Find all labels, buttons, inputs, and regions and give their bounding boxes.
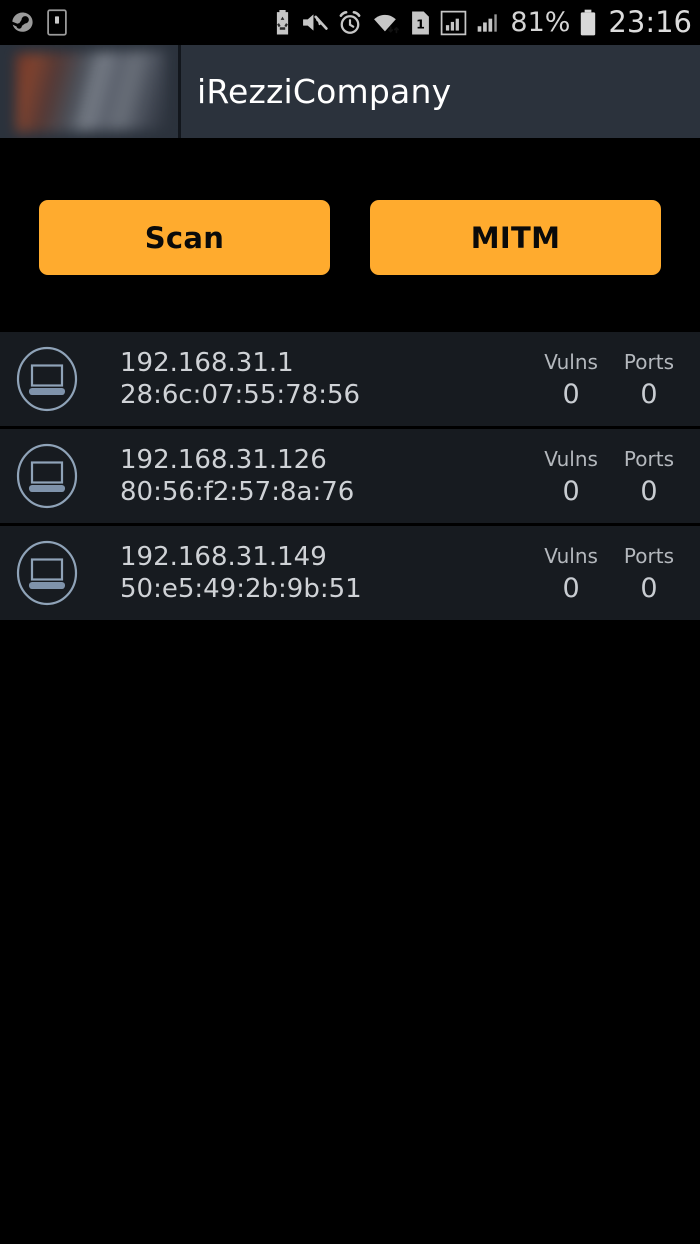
sim-card-icon — [47, 9, 67, 36]
battery-percent-label: 81% — [510, 7, 571, 38]
battery-saver-icon — [273, 9, 292, 36]
vulns-value: 0 — [562, 572, 580, 604]
app-header: iRezziCompany — [0, 45, 700, 138]
action-bar: Scan MITM — [0, 138, 700, 332]
vulns-stat: Vulns 0 — [544, 448, 598, 505]
ports-label: Ports — [623, 543, 674, 568]
ports-stat: Ports 0 — [624, 351, 674, 408]
vulns-value: 0 — [562, 475, 580, 507]
table-row[interactable]: 192.168.31.1 28:6c:07:55:78:56 Vulns 0 P… — [0, 332, 700, 429]
signal-icon — [476, 10, 501, 36]
table-row[interactable]: 192.168.31.126 80:56:f2:57:8a:76 Vulns 0… — [0, 429, 700, 526]
ports-label: Ports — [623, 446, 674, 471]
device-mac: 80:56:f2:57:8a:76 — [120, 477, 355, 507]
ports-stat: Ports 0 — [624, 448, 674, 505]
device-ip: 192.168.31.126 — [120, 444, 327, 475]
ports-label: Ports — [623, 349, 674, 374]
signal-boxed-icon — [440, 10, 467, 36]
scan-button[interactable]: Scan — [39, 200, 330, 275]
laptop-icon — [14, 346, 80, 412]
status-bar-left-icons — [10, 9, 67, 36]
ports-stat: Ports 0 — [624, 545, 674, 602]
ports-value: 0 — [640, 475, 658, 507]
steam-icon — [10, 10, 35, 35]
laptop-icon — [14, 443, 80, 509]
device-info: 192.168.31.1 28:6c:07:55:78:56 — [120, 347, 544, 411]
svg-text:1: 1 — [417, 16, 426, 31]
vulns-stat: Vulns 0 — [544, 351, 598, 408]
status-bar-right-icons: 1 81% 23:16 — [273, 8, 692, 37]
ports-value: 0 — [640, 572, 658, 604]
company-logo-image — [16, 50, 166, 133]
ports-value: 0 — [640, 378, 658, 410]
app-logo[interactable] — [0, 45, 178, 138]
status-bar: 1 81% 23:16 — [0, 0, 700, 45]
vulns-label: Vulns — [544, 446, 598, 471]
laptop-icon — [14, 540, 80, 606]
device-stats: Vulns 0 Ports 0 — [544, 545, 674, 602]
vulns-stat: Vulns 0 — [544, 545, 598, 602]
wifi-icon — [372, 10, 401, 35]
device-mac: 28:6c:07:55:78:56 — [120, 380, 361, 410]
battery-full-icon — [579, 9, 597, 36]
clock-label: 23:16 — [608, 5, 692, 39]
device-info: 192.168.31.149 50:e5:49:2b:9b:51 — [120, 541, 544, 605]
app-title-container: iRezziCompany — [181, 45, 700, 138]
table-row[interactable]: 192.168.31.149 50:e5:49:2b:9b:51 Vulns 0… — [0, 526, 700, 623]
device-stats: Vulns 0 Ports 0 — [544, 448, 674, 505]
device-list: 192.168.31.1 28:6c:07:55:78:56 Vulns 0 P… — [0, 332, 700, 623]
alarm-icon — [337, 10, 363, 36]
vulns-label: Vulns — [544, 543, 598, 568]
vulns-label: Vulns — [544, 349, 598, 374]
device-stats: Vulns 0 Ports 0 — [544, 351, 674, 408]
device-ip: 192.168.31.1 — [120, 347, 294, 378]
mitm-button[interactable]: MITM — [370, 200, 661, 275]
app-title: iRezziCompany — [197, 72, 452, 111]
sim-slot-1-icon: 1 — [410, 10, 431, 36]
device-ip: 192.168.31.149 — [120, 541, 327, 572]
vulns-value: 0 — [562, 378, 580, 410]
phone-screen: 1 81% 23:16 iRezziCompany Scan MITM 192.… — [0, 0, 700, 1244]
device-mac: 50:e5:49:2b:9b:51 — [120, 574, 362, 604]
mute-icon — [301, 10, 329, 35]
device-info: 192.168.31.126 80:56:f2:57:8a:76 — [120, 444, 544, 508]
